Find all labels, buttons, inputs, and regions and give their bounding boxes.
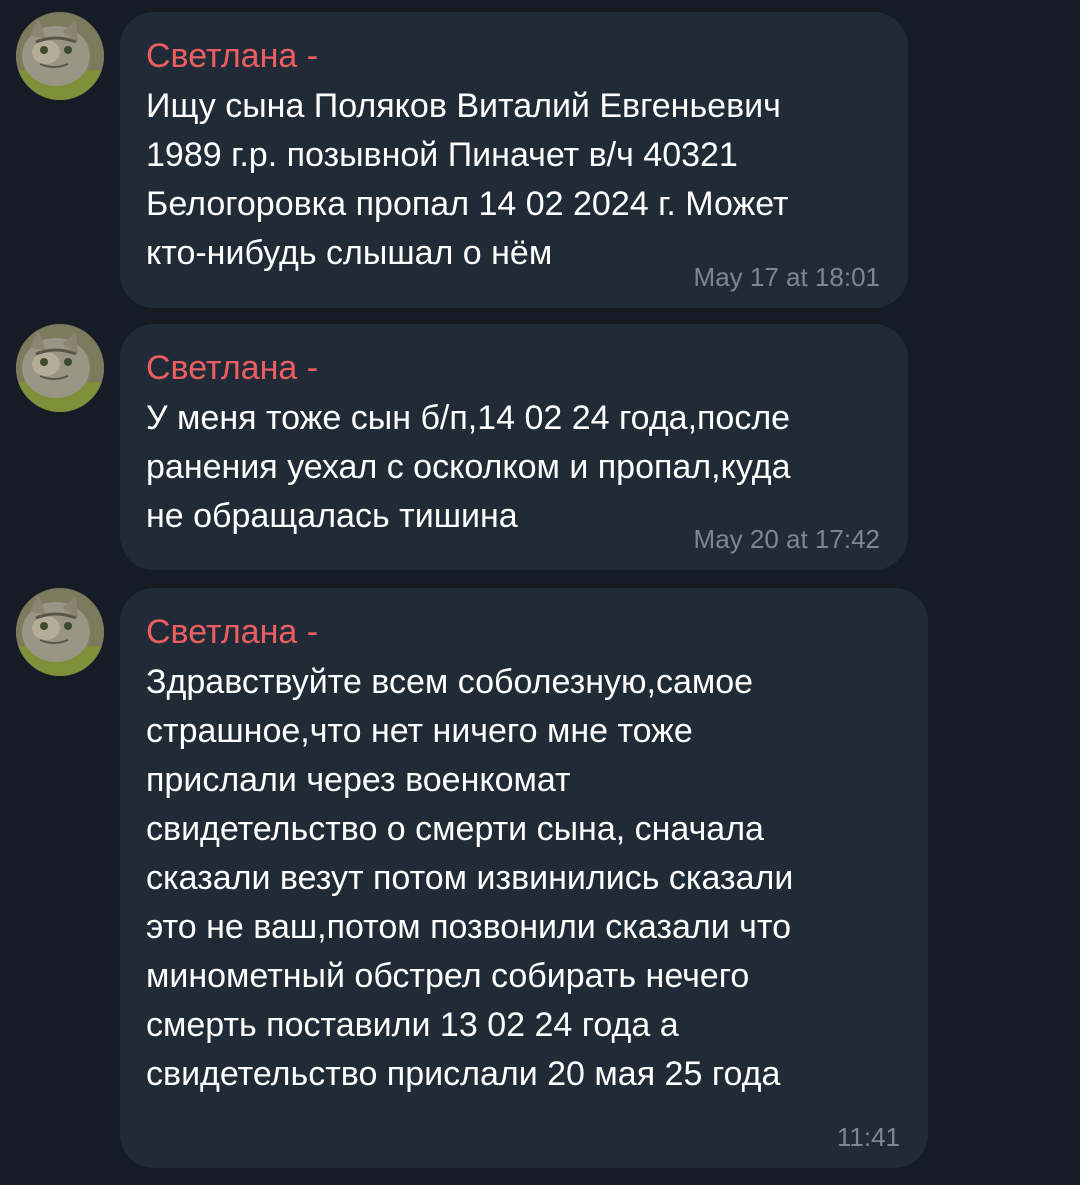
message-bubble[interactable]: Светлана - Ищу сына Поляков Виталий Евге…	[120, 12, 908, 308]
message-bubble[interactable]: Светлана - Здравствуйте всем соболезную,…	[120, 588, 928, 1168]
message-text: У меня тоже сын б/п,14 02 24 года,после …	[146, 399, 791, 535]
cat-avatar[interactable]	[16, 324, 104, 412]
message-timestamp: 11:41	[836, 1122, 900, 1152]
message-timestamp: May 20 at 17:42	[693, 524, 880, 554]
message-timestamp: May 17 at 18:01	[693, 262, 880, 292]
sender-name[interactable]: Светлана -	[146, 348, 878, 388]
message-text: Ищу сына Поляков Виталий Евгеньевич 1989…	[146, 87, 789, 272]
sender-name[interactable]: Светлана -	[146, 612, 898, 652]
sender-name[interactable]: Светлана -	[146, 36, 878, 76]
chat-view[interactable]: Светлана - Ищу сына Поляков Виталий Евге…	[0, 0, 1080, 1185]
message-bubble[interactable]: Светлана - У меня тоже сын б/п,14 02 24 …	[120, 324, 908, 570]
cat-avatar[interactable]	[16, 12, 104, 100]
message-text: Здравствуйте всем соболезную,самое страш…	[146, 663, 794, 1093]
cat-avatar[interactable]	[16, 588, 104, 676]
